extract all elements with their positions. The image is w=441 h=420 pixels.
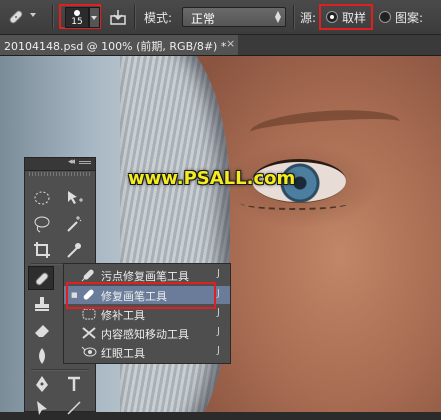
red-eye-icon [81, 344, 97, 360]
mode-value: 正常 [191, 12, 216, 26]
close-tab-icon[interactable]: × [226, 37, 235, 50]
photo-lashes [240, 196, 350, 210]
eyedropper-icon[interactable] [61, 238, 87, 262]
marquee-tool-icon[interactable] [29, 186, 55, 210]
flyout-item-label: 修补工具 [101, 309, 145, 322]
healing-brush-tool-icon[interactable] [28, 266, 54, 290]
magic-wand-icon[interactable] [61, 212, 87, 236]
divider [31, 369, 89, 371]
source-pattern-label: 图案: [395, 11, 424, 25]
healing-brush-icon[interactable] [6, 7, 26, 27]
collapse-panel-icon[interactable]: ◂◂ [68, 157, 75, 167]
shortcut-key: J [217, 345, 220, 356]
flyout-item-label: 红眼工具 [101, 347, 145, 360]
path-selection-icon[interactable] [29, 396, 55, 420]
clone-stamp-icon[interactable] [29, 292, 55, 316]
crop-tool-icon[interactable] [29, 238, 55, 262]
source-label: 源: [300, 11, 317, 25]
flyout-item-content-aware-move[interactable]: 内容感知移动工具 J [64, 324, 230, 342]
brush-picker-highlight: 15 [59, 4, 101, 29]
healing-tools-flyout: 污点修复画笔工具 J ■ 修复画笔工具 J 修补工具 J 内容感知移动工具 J … [63, 263, 231, 364]
spot-healing-brush-icon [81, 267, 97, 283]
blur-tool-icon[interactable] [29, 344, 55, 368]
healing-brush-highlight [66, 282, 216, 309]
shortcut-key: J [217, 307, 220, 318]
separator [293, 5, 295, 29]
updown-arrows-icon: ▲ ▼ [274, 9, 281, 24]
document-title: 20104148.psd @ 100% (前期, RGB/8#) * [4, 40, 227, 53]
panel-menu-icon[interactable] [79, 163, 91, 164]
mode-label: 模式: [144, 11, 173, 25]
source-sampled-radio[interactable] [326, 11, 338, 23]
tools-panel-header: ◂◂ [25, 157, 95, 171]
document-tab-bar: 20104148.psd @ 100% (前期, RGB/8#) * × [0, 35, 441, 56]
brush-tip-icon [74, 10, 80, 16]
flyout-item-label: 内容感知移动工具 [101, 328, 189, 341]
shortcut-key: J [217, 288, 220, 299]
source-sampled-label: 取样 [342, 11, 367, 25]
source-pattern-radio[interactable] [379, 11, 391, 23]
tool-preset-chevron-icon[interactable] [30, 13, 36, 17]
separator [52, 5, 54, 29]
document-tab[interactable]: 20104148.psd @ 100% (前期, RGB/8#) * × [0, 35, 238, 55]
lasso-tool-icon[interactable] [29, 212, 55, 236]
source-sampled-highlight: 取样 [319, 4, 373, 30]
shortcut-key: J [217, 326, 220, 337]
shortcut-key: J [217, 268, 220, 279]
separator [134, 5, 136, 29]
mode-select[interactable]: 正常 ▲ ▼ [182, 7, 286, 27]
brush-size: 15 [71, 17, 83, 27]
shape-tool-icon[interactable] [61, 396, 87, 420]
photo-eyebrow [249, 105, 401, 149]
brush-picker-dropdown[interactable] [89, 7, 100, 28]
panel-grip[interactable] [29, 172, 91, 176]
toggle-clone-source-panel-icon[interactable] [108, 7, 128, 27]
type-tool-icon[interactable] [61, 372, 87, 396]
content-aware-move-icon [81, 325, 97, 341]
pen-tool-icon[interactable] [29, 372, 55, 396]
move-tool-icon[interactable] [61, 186, 87, 210]
watermark: www.PSALL.com [128, 168, 296, 189]
eraser-icon[interactable] [29, 318, 55, 342]
flyout-item-red-eye[interactable]: 红眼工具 J [64, 343, 230, 361]
brush-picker[interactable]: 15 [65, 7, 89, 28]
options-bar: 15 模式: 正常 ▲ ▼ 源: 取样 图案: [0, 0, 441, 35]
